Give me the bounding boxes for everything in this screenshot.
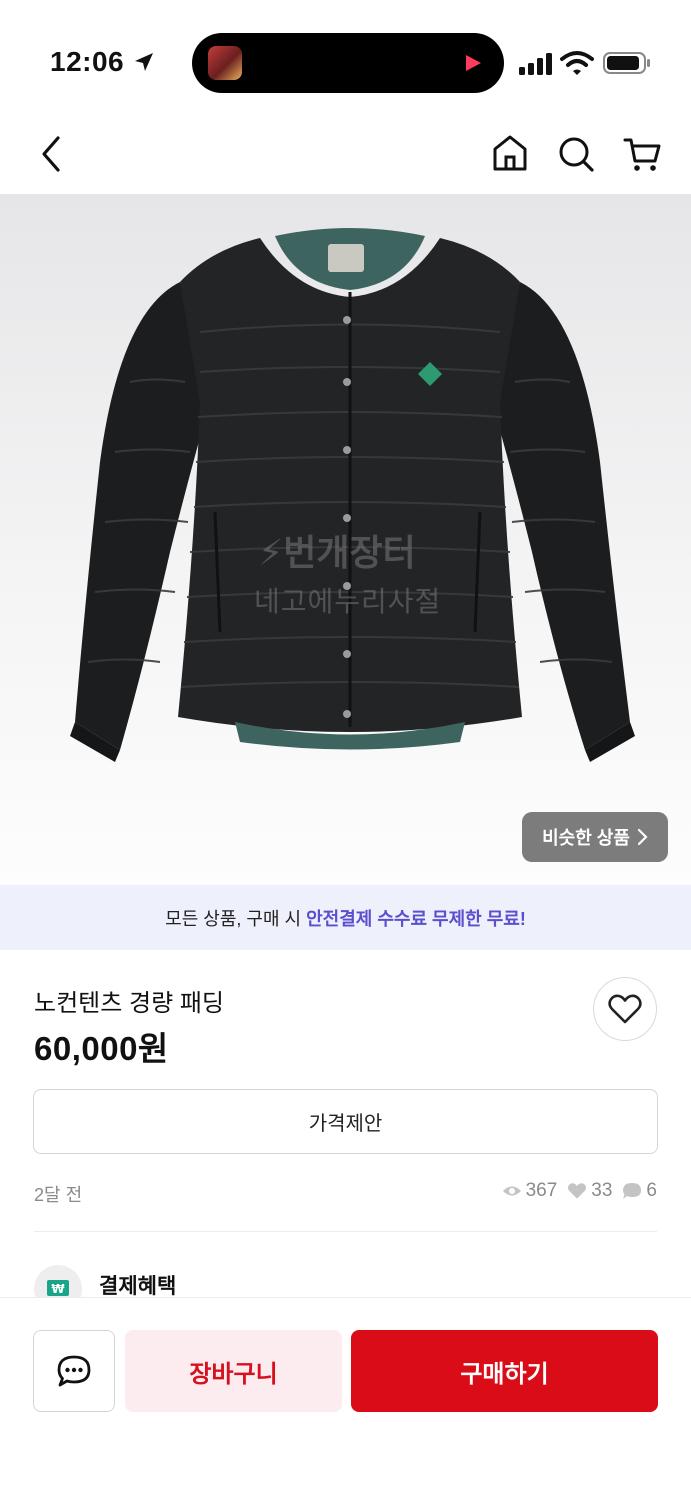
watermark-brand: ⚡번개장터 (258, 532, 416, 573)
search-icon (559, 137, 594, 172)
home-button[interactable] (490, 132, 530, 174)
promo-banner-highlight: 안전결제 수수료 무제한 무료! (306, 908, 526, 929)
similar-products-label: 비슷한 상품 (542, 828, 630, 848)
add-to-cart-button[interactable]: 장바구니 (125, 1330, 342, 1412)
svg-text:₩: ₩ (51, 1282, 65, 1296)
payment-benefit-icon: ₩ (34, 1265, 82, 1297)
like-count: 33 (567, 1180, 612, 1202)
location-arrow-icon (132, 50, 156, 79)
chat-button[interactable] (33, 1330, 115, 1412)
price-offer-button[interactable]: 가격제안 (33, 1089, 658, 1154)
promo-banner-prefix: 모든 상품, 구매 시 (165, 908, 307, 929)
heart-outline-icon (568, 1183, 587, 1199)
status-time: 12:06 (50, 46, 125, 77)
payment-benefit-label[interactable]: 결제혜택 (99, 1270, 176, 1300)
now-playing-thumbnail[interactable] (208, 46, 242, 80)
chevron-right-icon (637, 828, 648, 846)
home-icon (493, 135, 527, 171)
back-button[interactable] (36, 134, 70, 174)
wishlist-button[interactable] (593, 977, 657, 1041)
chat-icon (57, 1355, 91, 1387)
product-image[interactable]: ⚡번개장터 네고에누리사절 비슷한 상품 (0, 194, 691, 885)
view-count-value: 367 (525, 1180, 558, 1201)
like-count-value: 33 (591, 1180, 613, 1201)
play-icon[interactable] (464, 54, 482, 77)
product-photo-jacket (70, 228, 635, 762)
battery-icon (603, 52, 651, 79)
lightning-icon: ⚡ (258, 532, 284, 573)
promo-banner[interactable]: 모든 상품, 구매 시 안전결제 수수료 무제한 무료! (0, 885, 691, 950)
product-title: 노컨텐츠 경량 패딩 (34, 990, 224, 1017)
view-count: 367 (502, 1180, 558, 1202)
eye-icon (502, 1186, 521, 1196)
similar-products-button[interactable]: 비슷한 상품 (522, 812, 668, 862)
heart-icon (608, 994, 642, 1024)
divider (34, 1231, 657, 1232)
watermark-seller-note: 네고에누리사절 (254, 586, 442, 617)
chat-count: 6 (622, 1180, 657, 1202)
product-stats: 367 33 6 (502, 1180, 657, 1202)
cellular-signal-icon (519, 53, 553, 80)
search-button[interactable] (556, 133, 596, 175)
buy-now-button[interactable]: 구매하기 (351, 1330, 658, 1412)
wifi-icon (560, 50, 594, 81)
back-chevron-icon (42, 136, 60, 172)
chat-count-value: 6 (646, 1180, 657, 1201)
cart-button[interactable] (622, 133, 662, 175)
product-price: 60,000원 (34, 1030, 169, 1067)
cart-icon (623, 138, 661, 171)
chat-bubble-icon (623, 1183, 642, 1199)
posted-time: 2달 전 (34, 1185, 83, 1205)
